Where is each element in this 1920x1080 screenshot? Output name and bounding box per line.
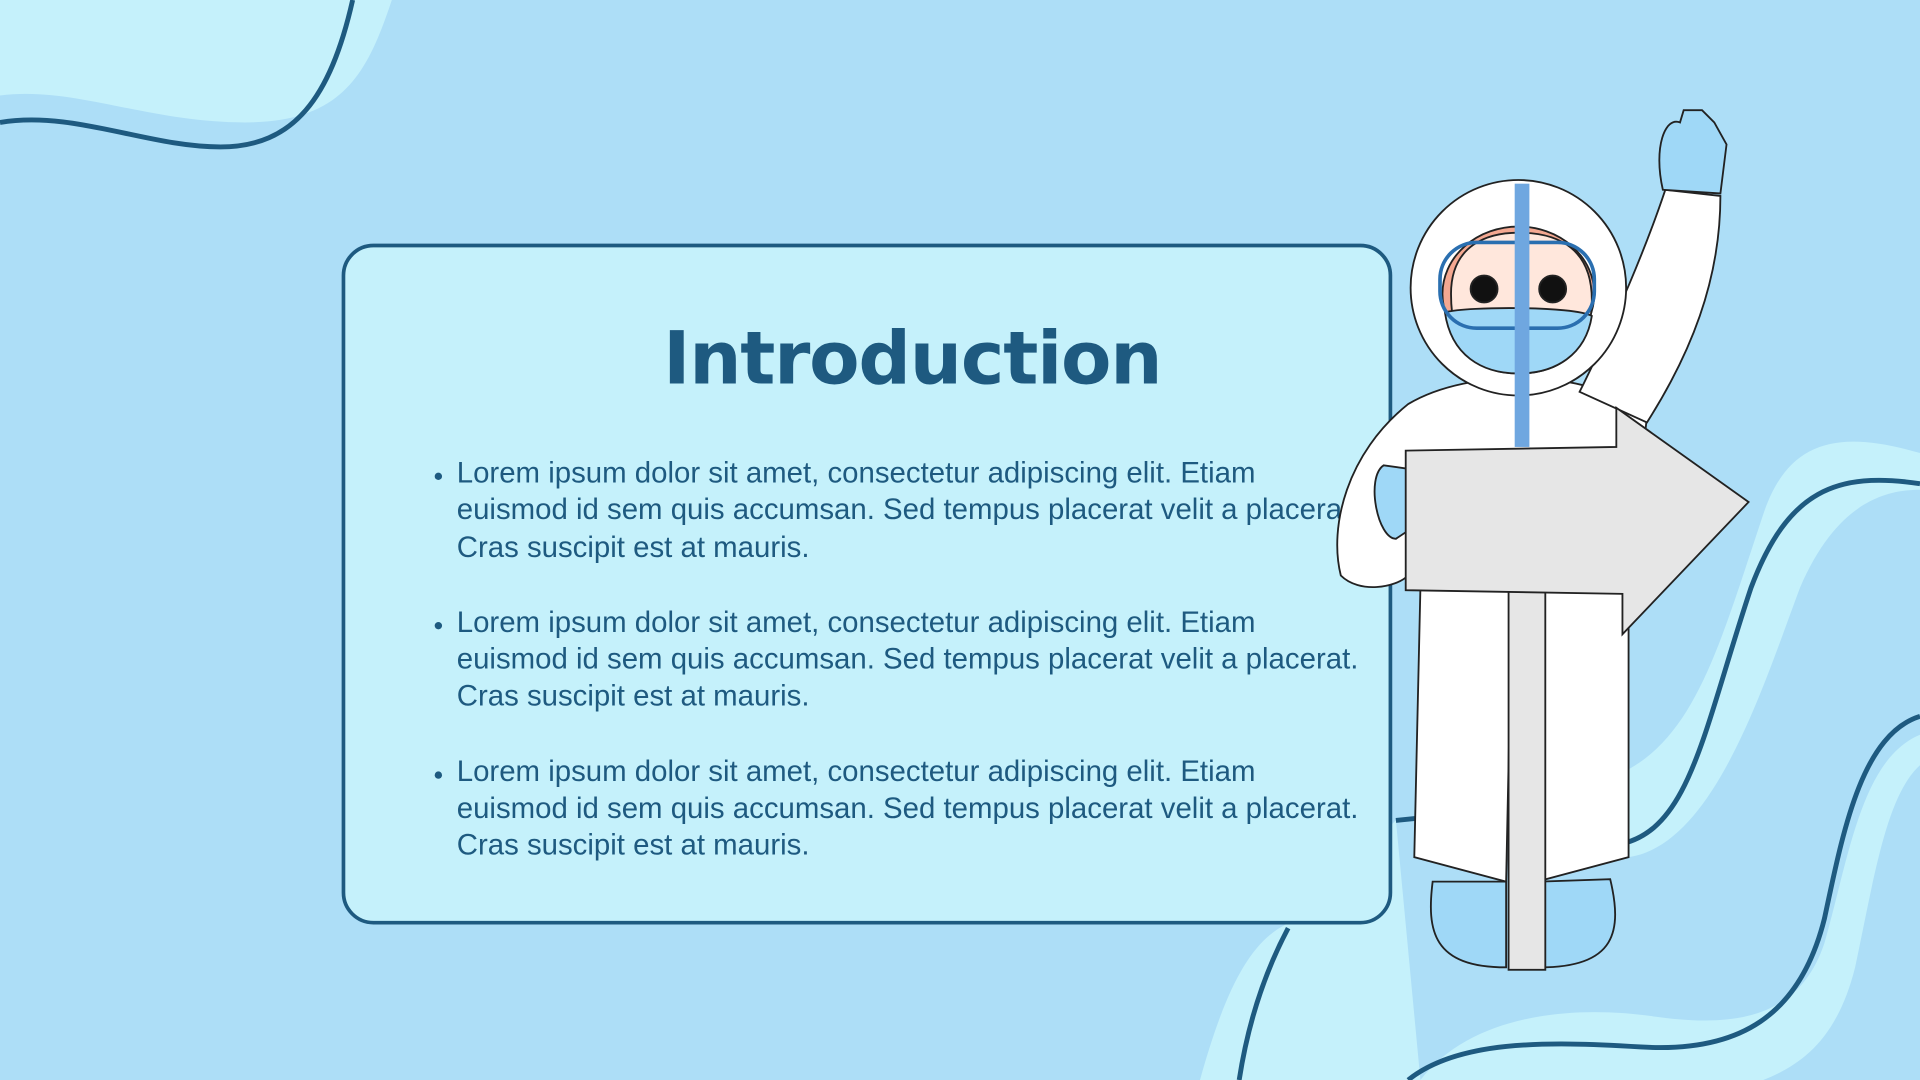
bullet-item: Lorem ipsum dolor sit amet, consectetur … xyxy=(457,605,1363,716)
bullet-list: Lorem ipsum dolor sit amet, consectetur … xyxy=(422,456,1362,904)
slide: Introduction Lorem ipsum dolor sit amet,… xyxy=(0,0,1920,1080)
bullet-item: Lorem ipsum dolor sit amet, consectetur … xyxy=(457,754,1363,865)
hazmat-person-illustration xyxy=(1336,109,1750,971)
bullet-item: Lorem ipsum dolor sit amet, consectetur … xyxy=(457,456,1363,567)
